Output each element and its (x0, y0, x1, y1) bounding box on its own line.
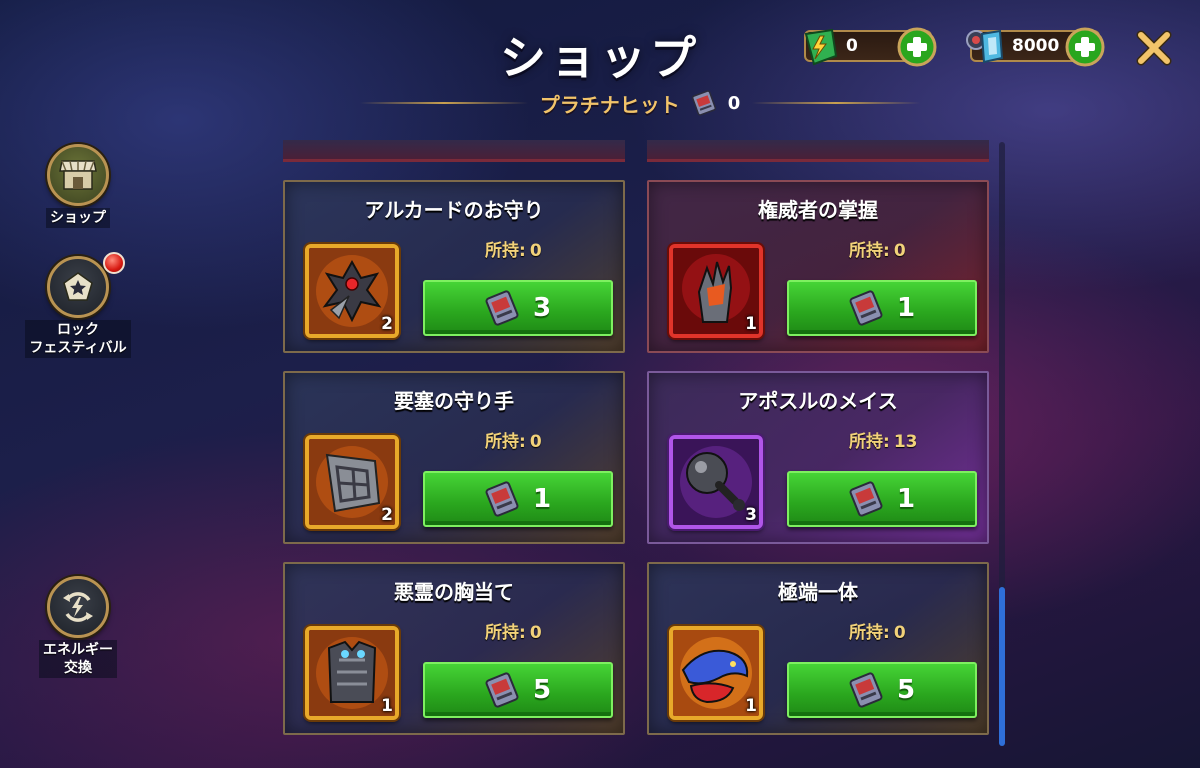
energy-exchange-icon (47, 576, 109, 638)
add-gems-button[interactable] (1064, 26, 1106, 68)
shop-item-list[interactable]: アルカードのお守り 所持: 0 2 3 権威者の掌握 所持: 0 1 1 要塞の… (283, 140, 993, 748)
label-line-1: ロック (56, 322, 99, 338)
item-price: 1 (896, 484, 916, 514)
ticket-icon (849, 290, 883, 326)
shop-item-card[interactable]: 要塞の守り手 所持: 0 2 1 (283, 371, 625, 544)
item-tier: 1 (745, 314, 757, 334)
ticket-icon (485, 672, 519, 708)
label-line-2: 交換 (64, 660, 92, 676)
ticket-icon (485, 481, 519, 517)
item-icon-frame: 3 (669, 435, 763, 529)
sidebar-item-rock-festival[interactable]: ロック フェスティバル (23, 252, 133, 358)
ticket-icon (849, 672, 883, 708)
owned-count: 所持: 0 (485, 618, 542, 643)
sidebar-item-shop[interactable]: ショップ (23, 144, 133, 228)
subtitle-divider-left (360, 102, 528, 104)
item-tier: 1 (381, 696, 393, 716)
item-icon-frame: 1 (305, 626, 399, 720)
ticket-icon (849, 481, 883, 517)
owned-label: 所持: (485, 432, 526, 452)
sidebar-item-label: ロック フェスティバル (25, 320, 131, 358)
label-line-1: エネルギー (43, 642, 113, 658)
item-icon-frame: 1 (669, 244, 763, 338)
item-name: 要塞の守り手 (394, 389, 514, 413)
owned-count: 所持: 0 (849, 618, 906, 643)
item-icon-frame: 1 (669, 626, 763, 720)
add-energy-button[interactable] (896, 26, 938, 68)
close-icon[interactable] (1136, 30, 1172, 66)
sidebar-item-label: エネルギー 交換 (39, 640, 117, 678)
item-tier: 3 (745, 505, 757, 525)
owned-count: 所持: 13 (849, 427, 917, 452)
shop-item-card[interactable]: 悪霊の胸当て 所持: 0 1 5 (283, 562, 625, 735)
owned-count: 所持: 0 (485, 427, 542, 452)
owned-value: 0 (529, 623, 542, 643)
item-name: アルカードのお守り (364, 198, 544, 222)
item-price: 3 (532, 293, 552, 323)
item-name: 極端一体 (778, 580, 858, 604)
item-price: 1 (896, 293, 916, 323)
owned-value: 13 (893, 432, 918, 452)
sidebar-item-energy-exchange[interactable]: エネルギー 交換 (23, 576, 133, 678)
owned-count: 所持: 0 (849, 236, 906, 261)
previous-row-card (647, 140, 989, 162)
shop-item-card[interactable]: アルカードのお守り 所持: 0 2 3 (283, 180, 625, 353)
owned-label: 所持: (849, 623, 890, 643)
owned-label: 所持: (849, 432, 890, 452)
star-pentagon-icon (47, 256, 109, 318)
notification-badge (103, 252, 125, 274)
item-tier: 2 (381, 505, 393, 525)
scrollbar-thumb[interactable] (999, 587, 1005, 746)
item-price: 1 (532, 484, 552, 514)
ticket-count: 0 (727, 92, 741, 114)
sidebar-item-label: ショップ (46, 208, 110, 228)
owned-value: 0 (893, 241, 906, 261)
item-name: 悪霊の胸当て (394, 580, 514, 604)
buy-button[interactable]: 1 (787, 471, 977, 527)
crystal-gem-icon (966, 29, 1004, 64)
item-name: 権威者の掌握 (758, 198, 878, 222)
owned-value: 0 (893, 623, 906, 643)
subtitle-divider-right (752, 102, 920, 104)
shop-icon (47, 144, 109, 206)
item-tier: 1 (745, 696, 757, 716)
shop-subtitle: プラチナヒット (539, 92, 680, 117)
buy-button[interactable]: 5 (787, 662, 977, 718)
buy-button[interactable]: 5 (423, 662, 613, 718)
gem-currency-display: 8000 (966, 27, 1105, 67)
item-price: 5 (896, 675, 916, 705)
owned-label: 所持: (485, 623, 526, 643)
energy-currency-display: 0 (804, 27, 937, 67)
item-price: 5 (532, 675, 552, 705)
shop-item-card[interactable]: アポスルのメイス 所持: 13 3 1 (647, 371, 989, 544)
owned-count: 所持: 0 (485, 236, 542, 261)
buy-button[interactable]: 1 (787, 280, 977, 336)
owned-value: 0 (529, 241, 542, 261)
item-icon-frame: 2 (305, 435, 399, 529)
buy-button[interactable]: 1 (423, 471, 613, 527)
energy-gem-icon (804, 28, 838, 66)
ticket-icon (485, 290, 519, 326)
ticket-icon (691, 90, 716, 116)
shop-item-card[interactable]: 極端一体 所持: 0 1 5 (647, 562, 989, 735)
item-tier: 2 (381, 314, 393, 334)
buy-button[interactable]: 3 (423, 280, 613, 336)
label-line-2: フェスティバル (29, 340, 127, 356)
item-icon-frame: 2 (305, 244, 399, 338)
shop-item-card[interactable]: 権威者の掌握 所持: 0 1 1 (647, 180, 989, 353)
previous-row-card (283, 140, 625, 162)
owned-label: 所持: (849, 241, 890, 261)
item-name: アポスルのメイス (738, 389, 898, 413)
owned-label: 所持: (485, 241, 526, 261)
subtitle-bar: プラチナヒット 0 (360, 88, 920, 118)
owned-value: 0 (529, 432, 542, 452)
